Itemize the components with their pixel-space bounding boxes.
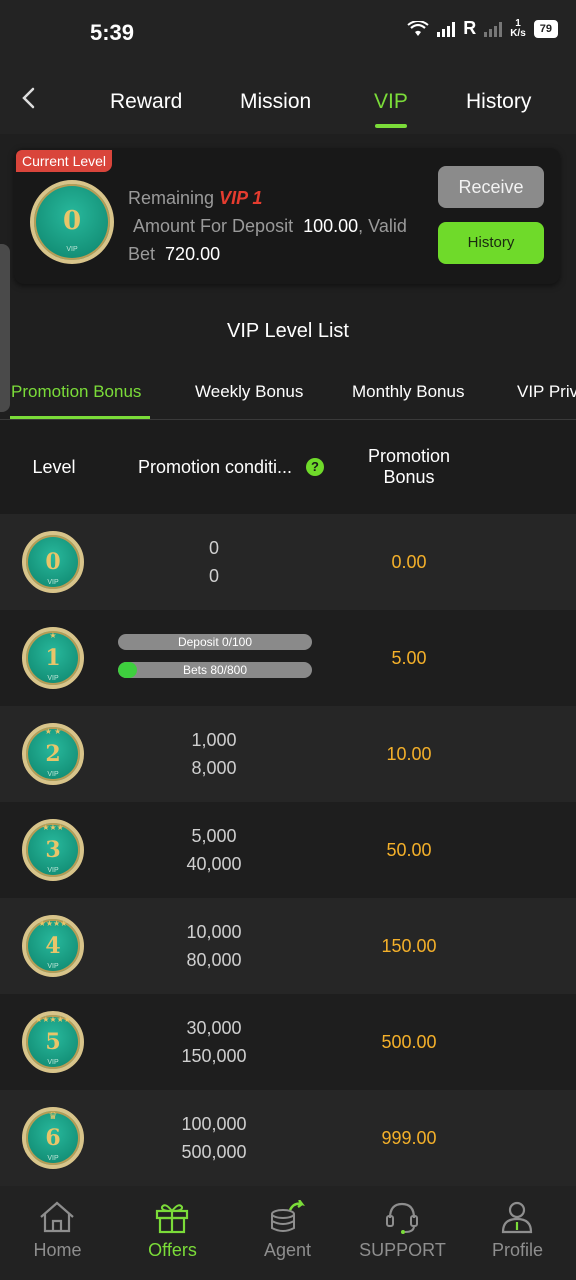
nav-support[interactable]: SUPPORT — [345, 1186, 460, 1280]
receive-button[interactable]: Receive — [438, 166, 544, 208]
profile-icon — [501, 1201, 533, 1234]
bottom-navigation: Home Offers Agent SUPPORT Profile — [0, 1186, 576, 1280]
active-subtab-indicator — [10, 416, 150, 419]
deposit-requirement: 100.00 — [303, 216, 359, 236]
vip-medal-icon: ★ 1 VIP — [22, 627, 84, 689]
subtab-vip-privileges[interactable]: VIP Priv — [517, 382, 576, 402]
carrier-indicator: R — [463, 18, 477, 38]
nav-home[interactable]: Home — [0, 1186, 115, 1280]
tab-history[interactable]: History — [466, 90, 531, 114]
back-arrow-icon[interactable] — [18, 86, 40, 110]
bonus-value: 500.00 — [381, 1032, 437, 1052]
header-bonus: Promotion Bonus — [367, 446, 451, 487]
home-icon — [40, 1201, 74, 1233]
bonus-value: 150.00 — [381, 936, 437, 956]
bonus-value: 5.00 — [391, 648, 427, 668]
header-condition: Promotion conditi... — [137, 457, 293, 477]
tab-reward[interactable]: Reward — [110, 90, 182, 114]
active-tab-indicator — [375, 124, 407, 128]
status-icons: R 1 K/s 79 — [407, 18, 558, 39]
current-level-card: Current Level 0 VIP Remaining VIP 1 Amou… — [14, 148, 560, 284]
subtab-weekly-bonus[interactable]: Weekly Bonus — [195, 382, 303, 402]
status-bar: 5:39 R 1 K/s 79 — [0, 0, 576, 64]
vip-medal-icon: ★ ★ 2 VIP — [22, 723, 84, 785]
header-level: Level — [32, 457, 76, 477]
help-icon[interactable]: ? — [306, 458, 324, 476]
wifi-icon — [407, 20, 429, 36]
table-row: ♛ 6 VIP 100,000 500,000 999.00 — [0, 1090, 576, 1186]
current-level-info: Remaining VIP 1 Amount For Deposit 100.0… — [128, 188, 407, 264]
vip-medal-icon: ★★★★ 4 VIP — [22, 915, 84, 977]
deposit-progress-bar: Deposit 0/100 — [118, 634, 312, 650]
nav-agent[interactable]: Agent — [230, 1186, 345, 1280]
condition-values: 30,000 150,000 — [181, 1018, 247, 1066]
vip-medal-icon: 0 VIP — [30, 180, 114, 264]
nav-profile[interactable]: Profile — [460, 1186, 575, 1280]
bonus-value: 10.00 — [386, 744, 432, 764]
history-button[interactable]: History — [438, 222, 544, 264]
table-row: ★★★★ 4 VIP 10,000 80,000 150.00 — [0, 898, 576, 994]
table-header: Level Promotion conditi... ? Promotion B… — [0, 420, 576, 514]
condition-values: 1,000 8,000 — [191, 730, 237, 778]
bonus-value: 50.00 — [386, 840, 432, 860]
table-row: ★★★ 3 VIP 5,000 40,000 50.00 — [0, 802, 576, 898]
table-row: ★ 1 VIP Deposit 0/100 Bets 80/800 5.00 — [0, 610, 576, 706]
top-tabs: Reward Mission VIP History — [0, 64, 576, 134]
vip-medal-icon: ♛ 6 VIP — [22, 1107, 84, 1169]
tab-mission[interactable]: Mission — [240, 90, 311, 114]
current-level-badge: Current Level — [16, 150, 113, 172]
condition-values: 10,000 80,000 — [186, 922, 242, 970]
bet-progress-bar: Bets 80/800 — [118, 662, 312, 678]
bonus-value: 0.00 — [391, 552, 427, 572]
bet-requirement: 720.00 — [165, 244, 221, 264]
bonus-value: 999.00 — [381, 1128, 437, 1148]
signal-icon — [437, 21, 456, 37]
condition-values: 5,000 40,000 — [186, 826, 242, 874]
vip-level-list-title: VIP Level List — [227, 320, 349, 342]
signal-icon-2 — [484, 21, 503, 37]
table-row: ★★★★★ 5 VIP 30,000 150,000 500.00 — [0, 994, 576, 1090]
vip-medal-icon: ★★★ 3 VIP — [22, 819, 84, 881]
battery-icon: 79 — [533, 19, 558, 38]
vip-medal-icon: 0 VIP — [22, 531, 84, 593]
subtab-monthly-bonus[interactable]: Monthly Bonus — [352, 382, 464, 402]
target-vip: VIP 1 — [219, 188, 263, 208]
gift-icon — [155, 1204, 189, 1234]
network-speed: 1 K/s — [510, 17, 526, 39]
headset-icon — [386, 1202, 418, 1234]
tab-vip[interactable]: VIP — [374, 90, 408, 114]
condition-values: 100,000 500,000 — [181, 1114, 247, 1162]
status-time: 5:39 — [90, 20, 135, 45]
vip-medal-icon: ★★★★★ 5 VIP — [22, 1011, 84, 1073]
condition-values: 00 — [208, 538, 219, 586]
table-row: ★ ★ 2 VIP 1,000 8,000 10.00 — [0, 706, 576, 802]
table-row: 0 VIP 00 0.00 — [0, 514, 576, 610]
nav-offers[interactable]: Offers — [115, 1186, 230, 1280]
subtab-promotion-bonus[interactable]: Promotion Bonus — [11, 382, 141, 402]
bonus-subtabs: Promotion Bonus Weekly Bonus Monthly Bon… — [0, 372, 576, 420]
coins-share-icon — [271, 1200, 305, 1232]
